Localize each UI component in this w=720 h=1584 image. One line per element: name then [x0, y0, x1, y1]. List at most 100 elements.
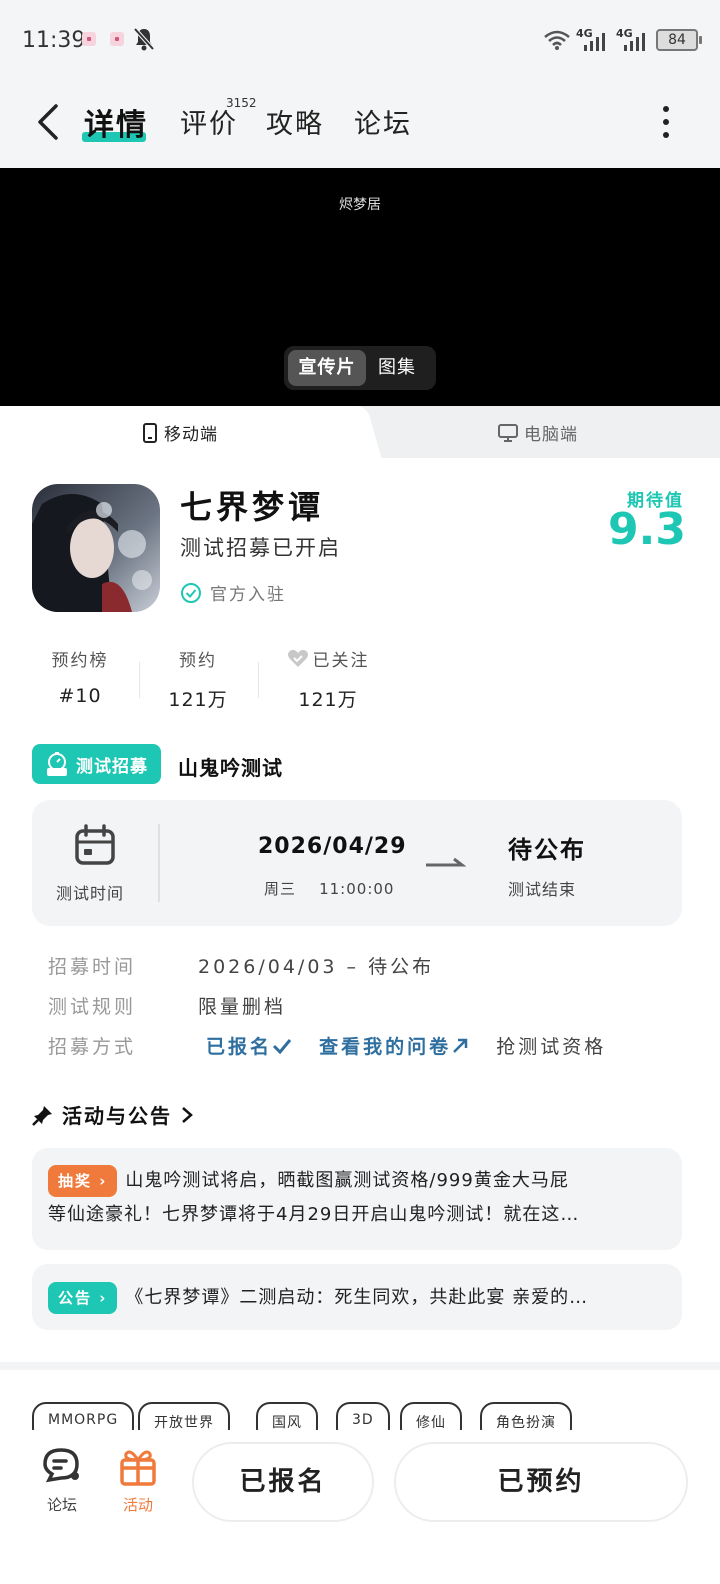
- genre-tag[interactable]: 角色扮演: [480, 1402, 572, 1430]
- game-icon: [32, 484, 160, 612]
- forum-chat-icon: [43, 1448, 79, 1483]
- divider: [258, 662, 259, 698]
- info-label: 招募方式: [48, 1036, 137, 1058]
- check-icon: [272, 1039, 292, 1055]
- genre-tag[interactable]: 3D: [336, 1402, 390, 1430]
- test-badge-label: 测试招募: [76, 756, 148, 777]
- notice-text: 公告 › 《七界梦谭》二测启动：死生同欢，共赴此宴 亲爱的…: [48, 1277, 666, 1318]
- notice-line: 《七界梦谭》二测启动：死生同欢，共赴此宴 亲爱的…: [125, 1287, 589, 1308]
- genre-tag[interactable]: 国风: [256, 1402, 318, 1430]
- tab-details[interactable]: 详情: [84, 100, 148, 144]
- info-label: 招募时间: [48, 956, 137, 978]
- activities-title: 活动与公告: [62, 1104, 172, 1128]
- test-end-value: 待公布: [508, 836, 586, 864]
- media-player[interactable]: 烬梦居 宣传片 图集: [0, 168, 720, 406]
- external-link-icon: [453, 1038, 468, 1053]
- top-nav: 详情 评价 3152 攻略 论坛: [0, 80, 720, 168]
- info-value: 2026/04/03 – 待公布: [198, 956, 435, 978]
- stat-label: 预约榜: [51, 651, 109, 671]
- gift-icon: [120, 1450, 156, 1486]
- tab-pc-label: 电脑端: [524, 425, 578, 445]
- grab-qualification-link[interactable]: 抢测试资格: [496, 1036, 606, 1058]
- battery-icon: 84: [656, 29, 702, 51]
- media-segment-control: 宣传片 图集: [284, 346, 436, 390]
- status-bar: 11:39 4G 4G 84: [0, 0, 720, 80]
- test-start-when: 周三 11:00:00: [264, 878, 394, 899]
- divider: [158, 824, 160, 902]
- test-start-date: 2026/04/29: [258, 834, 407, 859]
- tab-forum[interactable]: 论坛: [354, 102, 412, 141]
- monitor-icon: [498, 423, 518, 442]
- test-start-weekday: 周三: [264, 880, 297, 898]
- divider: [139, 662, 140, 698]
- registered-button[interactable]: 已报名: [192, 1442, 374, 1522]
- test-time-label: 测试时间: [56, 884, 125, 903]
- notice-line: 等仙途豪礼！七界梦谭将于4月29日开启山鬼吟测试！就在这…: [48, 1204, 580, 1225]
- verified-icon: [181, 582, 201, 603]
- official-badge: 官方入驻: [180, 580, 286, 605]
- official-label: 官方入驻: [210, 585, 286, 605]
- stat-reservations[interactable]: 预约 121万: [164, 646, 232, 712]
- activity-label: 活动: [122, 1496, 153, 1514]
- announcement-tag: 公告 ›: [48, 1281, 118, 1314]
- stat-value: 121万: [168, 689, 228, 711]
- expectation-score: 9.3: [608, 504, 686, 555]
- test-icon: [47, 752, 67, 776]
- more-options-icon[interactable]: [660, 104, 672, 144]
- notice-announcement[interactable]: 公告 › 《七界梦谭》二测启动：死生同欢，共赴此宴 亲爱的…: [32, 1264, 682, 1330]
- reserved-button[interactable]: 已预约: [394, 1442, 688, 1522]
- test-time-card: 测试时间 2026/04/29 周三 11:00:00 待公布 测试结束: [32, 800, 682, 926]
- info-label: 测试规则: [48, 996, 137, 1018]
- wifi-icon: [544, 30, 570, 50]
- activity-button[interactable]: 活动: [108, 1446, 168, 1515]
- cellular-signal-icon: 4G: [616, 27, 650, 53]
- bottom-action-bar: 论坛 活动 已报名 已预约: [0, 1430, 720, 1584]
- lottery-tag: 抽奖 ›: [48, 1164, 118, 1197]
- notification-icon: [110, 32, 124, 46]
- test-recruit-badge: 测试招募: [32, 744, 161, 784]
- test-start-time: 11:00:00: [319, 880, 395, 898]
- calendar-icon: [75, 824, 115, 865]
- back-arrow-icon[interactable]: [32, 100, 64, 144]
- status-time: 11:39: [22, 28, 86, 53]
- recruit-method-options: 已报名 查看我的问卷 抢测试资格: [206, 1032, 606, 1059]
- stat-label-text: 已关注: [312, 651, 370, 671]
- registered-label: 已报名: [206, 1036, 273, 1058]
- info-value: 限量删档: [198, 996, 287, 1018]
- announcement-tag-label: 公告: [58, 1288, 93, 1307]
- gallery-tab[interactable]: 图集: [366, 350, 428, 386]
- test-end-label: 测试结束: [508, 880, 577, 899]
- notice-lottery[interactable]: 抽奖 › 山鬼吟测试将启，晒截图赢测试资格/999黄金大马屁 等仙途豪礼！七界梦谭…: [32, 1148, 682, 1250]
- game-subtitle: 测试招募已开启: [180, 536, 341, 560]
- section-separator: [0, 1362, 720, 1370]
- stat-following[interactable]: 已关注 121万: [284, 646, 372, 712]
- tab-mobile[interactable]: 移动端: [142, 420, 218, 445]
- test-name: 山鬼吟测试: [178, 756, 283, 780]
- my-survey-link[interactable]: 查看我的问卷: [319, 1036, 469, 1058]
- genre-tag[interactable]: MMORPG: [32, 1402, 135, 1430]
- stat-reserve-rank[interactable]: 预约榜 #10: [46, 646, 114, 707]
- video-watermark: 烬梦居: [339, 197, 381, 213]
- forum-button[interactable]: 论坛: [32, 1446, 92, 1515]
- registered-link[interactable]: 已报名: [206, 1036, 292, 1058]
- cellular-signal-icon: 4G: [576, 27, 610, 53]
- trailer-tab[interactable]: 宣传片: [288, 350, 366, 386]
- stat-value: #10: [58, 685, 102, 707]
- tab-pc[interactable]: 电脑端: [498, 420, 578, 445]
- genre-tag[interactable]: 开放世界: [138, 1402, 230, 1430]
- heart-icon: [287, 649, 308, 667]
- phone-icon: [143, 422, 157, 443]
- bell-off-icon: [133, 27, 155, 51]
- chevron-right-icon: [182, 1106, 193, 1123]
- platform-tabs: 移动端 电脑端: [0, 406, 720, 458]
- tab-guides[interactable]: 攻略: [266, 102, 324, 141]
- notification-icon: [82, 32, 96, 46]
- reviews-count-badge: 3152: [226, 96, 257, 110]
- arrow-right-icon: [426, 857, 466, 867]
- activities-header[interactable]: 活动与公告: [32, 1100, 194, 1129]
- genre-tag[interactable]: 修仙: [400, 1402, 462, 1430]
- stat-label: 已关注: [284, 646, 372, 671]
- game-title: 七界梦谭: [180, 488, 325, 526]
- notice-line: 山鬼吟测试将启，晒截图赢测试资格/999黄金大马屁: [125, 1170, 569, 1191]
- my-survey-label: 查看我的问卷: [319, 1036, 452, 1058]
